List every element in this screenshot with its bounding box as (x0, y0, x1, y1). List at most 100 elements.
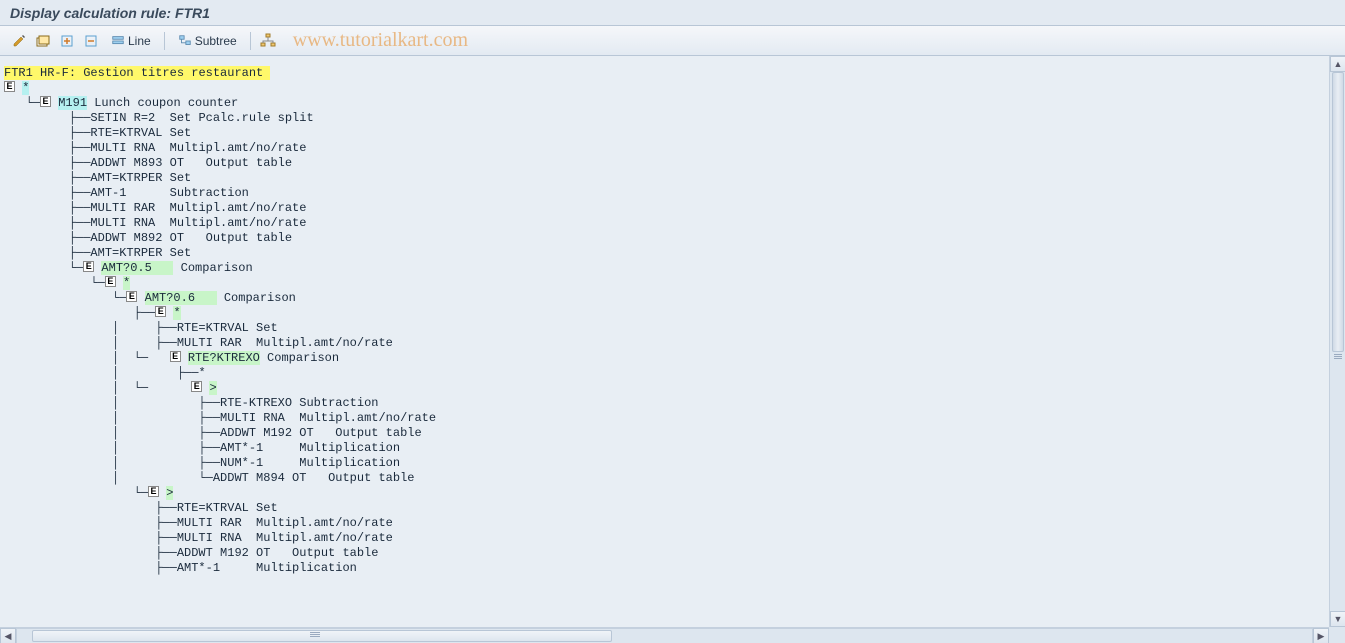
page-title: Display calculation rule: FTR1 (10, 5, 210, 21)
tree-row[interactable]: ├──RTE=KTRVAL Set (4, 126, 1325, 141)
line-button[interactable]: Line (104, 30, 158, 52)
expander-icon[interactable]: E (191, 381, 202, 392)
watermark: www.tutorialkart.com (293, 29, 468, 52)
tree-row[interactable]: ├──ADDWT M893 OT Output table (4, 156, 1325, 171)
tree-node-text: AMT-1 Subtraction (90, 186, 248, 200)
tree-row[interactable]: ├──MULTI RAR Multipl.amt/no/rate (4, 201, 1325, 216)
scroll-thumb[interactable] (1332, 72, 1344, 352)
tree-node-text: Comparison (260, 351, 339, 365)
other-schema-icon[interactable] (32, 30, 54, 52)
tree-row[interactable]: ├──AMT=KTRPER Set (4, 171, 1325, 186)
expander-icon[interactable]: E (148, 486, 159, 497)
tree-node-code[interactable]: FTR1 (4, 66, 33, 80)
tree-node-text: RTE=KTRVAL Set (177, 501, 278, 515)
tree-node-code[interactable]: RTE?KTREXO (188, 351, 260, 365)
subtree-label: Subtree (195, 34, 237, 48)
tree-row[interactable]: ├──E * (4, 306, 1325, 321)
tree-node-text: Lunch coupon counter (87, 96, 238, 110)
tree-node-text: RTE=KTRVAL Set (90, 126, 191, 140)
title-bar: Display calculation rule: FTR1 (0, 0, 1345, 26)
tree-row[interactable]: │ ├──NUM*-1 Multiplication (4, 456, 1325, 471)
expander-icon[interactable]: E (126, 291, 137, 302)
expander-icon[interactable]: E (40, 96, 51, 107)
tree-node-code[interactable]: HR-F: Gestion titres restaurant (33, 66, 271, 80)
tree-node-text: MULTI RAR Multipl.amt/no/rate (177, 336, 393, 350)
tree-row[interactable]: │ ├──MULTI RAR Multipl.amt/no/rate (4, 336, 1325, 351)
tree-node-text: AMT*-1 Multiplication (220, 441, 400, 455)
line-label: Line (128, 34, 151, 48)
tree-row[interactable]: ├──ADDWT M192 OT Output table (4, 546, 1325, 561)
tree-row[interactable]: │ ├──RTE-KTREXO Subtraction (4, 396, 1325, 411)
toggle-display-icon[interactable] (8, 30, 30, 52)
tree-row[interactable]: ├──AMT=KTRPER Set (4, 246, 1325, 261)
content-area: FTR1 HR-F: Gestion titres restaurant E *… (0, 56, 1345, 643)
tree-node-text: SETIN R=2 Set Pcalc.rule split (90, 111, 313, 125)
tree-node-code[interactable]: AMT?0.5 (101, 261, 173, 275)
tree-row[interactable]: ├──MULTI RAR Multipl.amt/no/rate (4, 516, 1325, 531)
tree-node-text: MULTI RNA Multipl.amt/no/rate (220, 411, 436, 425)
tree-node-text: AMT=KTRPER Set (90, 171, 191, 185)
tree-row[interactable]: E * (4, 81, 1325, 96)
tree-row[interactable]: └─E > (4, 486, 1325, 501)
scroll-left-icon[interactable]: ◀ (0, 628, 16, 643)
tree-node-text: ADDWT M192 OT Output table (177, 546, 379, 560)
scroll-up-icon[interactable]: ▲ (1330, 56, 1345, 72)
tree-node-text: MULTI RNA Multipl.amt/no/rate (90, 216, 306, 230)
tree-node-text: RTE-KTREXO Subtraction (220, 396, 378, 410)
tree-node-code[interactable]: > (209, 381, 216, 395)
tree-row[interactable]: │ ├──* (4, 366, 1325, 381)
scroll-right-icon[interactable]: ▶ (1313, 628, 1329, 643)
tree-row[interactable]: │ ├──ADDWT M192 OT Output table (4, 426, 1325, 441)
tree-row[interactable]: │ ├──RTE=KTRVAL Set (4, 321, 1325, 336)
vertical-scrollbar[interactable]: ▲ ▼ (1329, 56, 1345, 627)
tree-row[interactable]: │ ├──AMT*-1 Multiplication (4, 441, 1325, 456)
tree-row[interactable]: │ ├──MULTI RNA Multipl.amt/no/rate (4, 411, 1325, 426)
tree-node-text: MULTI RNA Multipl.amt/no/rate (177, 531, 393, 545)
tree-node-text: NUM*-1 Multiplication (220, 456, 400, 470)
tree-row[interactable]: └─E AMT?0.6 Comparison (4, 291, 1325, 306)
expander-icon[interactable]: E (4, 81, 15, 92)
collapse-icon[interactable] (80, 30, 102, 52)
scroll-corner (1329, 627, 1345, 643)
expander-icon[interactable]: E (170, 351, 181, 362)
tree-row[interactable]: ├──SETIN R=2 Set Pcalc.rule split (4, 111, 1325, 126)
tree-row[interactable]: └─E M191 Lunch coupon counter (4, 96, 1325, 111)
toolbar-separator (164, 32, 165, 50)
tree-node-code[interactable]: AMT?0.6 (145, 291, 217, 305)
expander-icon[interactable]: E (83, 261, 94, 272)
tree-row[interactable]: ├──AMT-1 Subtraction (4, 186, 1325, 201)
tree-row[interactable]: └─E * (4, 276, 1325, 291)
tree-node-text: ADDWT M894 OT Output table (213, 471, 415, 485)
tree-node-code[interactable]: * (123, 276, 130, 290)
expander-icon[interactable]: E (155, 306, 166, 317)
scroll-down-icon[interactable]: ▼ (1330, 611, 1345, 627)
tree-view[interactable]: FTR1 HR-F: Gestion titres restaurant E *… (0, 56, 1329, 627)
structure-icon[interactable] (257, 30, 279, 52)
tree-node-text: MULTI RAR Multipl.amt/no/rate (90, 201, 306, 215)
tree-node-text: * (198, 366, 205, 380)
tree-row[interactable]: │ └─ E RTE?KTREXO Comparison (4, 351, 1325, 366)
tree-row[interactable]: │ └─ADDWT M894 OT Output table (4, 471, 1325, 486)
tree-node-text: Comparison (173, 261, 252, 275)
tree-row[interactable]: ├──MULTI RNA Multipl.amt/no/rate (4, 531, 1325, 546)
horizontal-scrollbar[interactable]: ◀ ▶ (0, 627, 1329, 643)
tree-row[interactable]: ├──MULTI RNA Multipl.amt/no/rate (4, 141, 1325, 156)
tree-row[interactable]: ├──ADDWT M892 OT Output table (4, 231, 1325, 246)
tree-node-text: MULTI RAR Multipl.amt/no/rate (177, 516, 393, 530)
tree-row[interactable]: ├──RTE=KTRVAL Set (4, 501, 1325, 516)
tree-row[interactable]: ├──MULTI RNA Multipl.amt/no/rate (4, 216, 1325, 231)
tree-node-code[interactable]: * (22, 81, 29, 95)
tree-row[interactable]: │ └─ E > (4, 381, 1325, 396)
tree-root[interactable]: FTR1 HR-F: Gestion titres restaurant (4, 66, 1325, 81)
subtree-button[interactable]: Subtree (171, 30, 244, 52)
scroll-thumb[interactable] (32, 630, 612, 642)
tree-row[interactable]: ├──AMT*-1 Multiplication (4, 561, 1325, 576)
tree-node-text: ADDWT M893 OT Output table (90, 156, 292, 170)
tree-node-code[interactable]: M191 (58, 96, 87, 110)
tree-node-code[interactable]: > (166, 486, 173, 500)
tree-row[interactable]: └─E AMT?0.5 Comparison (4, 261, 1325, 276)
tree-node-code[interactable]: * (173, 306, 180, 320)
toolbar-separator (250, 32, 251, 50)
expand-icon[interactable] (56, 30, 78, 52)
expander-icon[interactable]: E (105, 276, 116, 287)
